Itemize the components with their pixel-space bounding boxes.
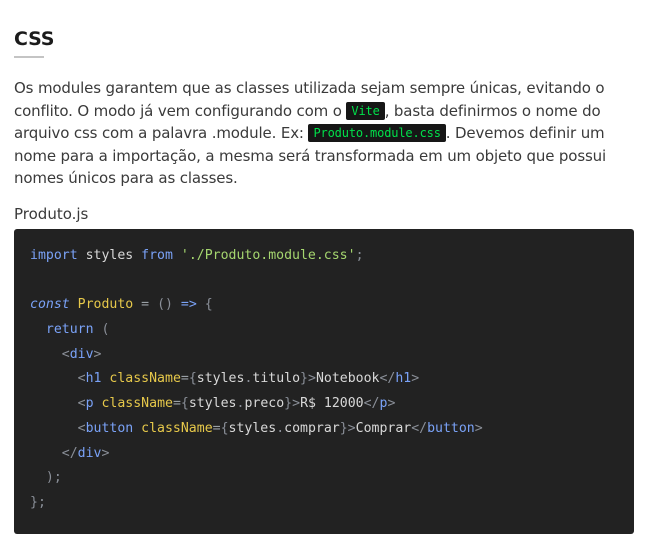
keyword-return: return	[45, 322, 94, 338]
code-line-1: import styles from './Produto.module.css…	[30, 244, 618, 269]
string-path: './Produto.module.css'	[180, 248, 356, 263]
tag-button: button	[85, 420, 134, 436]
angle-close: >	[307, 371, 316, 387]
angle-open: <	[77, 396, 86, 412]
angle-close: >	[387, 396, 396, 412]
code-line-4: return (	[30, 318, 618, 343]
code-filename: Produto.js	[14, 204, 89, 223]
attr-classname: className	[133, 420, 213, 436]
close-brace: };	[30, 494, 46, 510]
open-brace: {	[196, 297, 213, 313]
close-paren: );	[45, 470, 62, 486]
arrow: =>	[180, 297, 197, 313]
tag-h1-end: h1	[395, 371, 412, 387]
open-paren: (	[93, 322, 110, 338]
brace-close: }	[284, 396, 293, 412]
jsx-text-notebook: Notebook	[315, 371, 380, 387]
tag-div: div	[69, 346, 94, 362]
parens: ()	[149, 297, 181, 313]
keyword-from: from	[141, 248, 173, 263]
angle-open-close: </	[379, 371, 396, 387]
content: CSS Os modules garantem que as classes u…	[14, 0, 636, 534]
code-line-6: <h1 className={styles.titulo}>Notebook</…	[30, 367, 618, 392]
brace-open: {	[188, 371, 197, 387]
semicolon: ;	[355, 248, 364, 263]
angle-open-close: </	[61, 445, 78, 461]
dot: .	[276, 420, 285, 436]
operator-equals: =	[141, 297, 150, 313]
identifier-styles: styles	[196, 371, 245, 387]
angle-open: <	[61, 346, 70, 362]
jsx-text-comprar: Comprar	[355, 420, 412, 436]
identifier-styles: styles	[188, 396, 237, 412]
angle-close: >	[93, 346, 102, 362]
attr-classname: className	[101, 371, 181, 387]
angle-close: >	[101, 445, 110, 461]
brace-open: {	[180, 396, 189, 412]
operator-equals: =	[212, 420, 221, 436]
prop-titulo: titulo	[252, 371, 301, 387]
code-line-5: <div>	[30, 343, 618, 368]
keyword-const: const	[30, 297, 70, 313]
angle-open-close: </	[363, 396, 380, 412]
tag-div-end: div	[77, 445, 102, 461]
tag-button-end: button	[427, 420, 475, 436]
code-line-9: </div>	[30, 442, 618, 467]
angle-close: >	[347, 420, 356, 436]
brace-open: {	[220, 420, 229, 436]
inline-code-vite: Vite	[346, 101, 385, 120]
operator-equals: =	[180, 371, 189, 387]
identifier-styles: styles	[77, 248, 142, 263]
code-block[interactable]: import styles from './Produto.module.css…	[14, 229, 634, 534]
attr-classname: className	[93, 396, 173, 412]
angle-open: <	[77, 371, 86, 387]
code-line-10: );	[30, 466, 618, 491]
identifier-produto: Produto	[69, 297, 142, 313]
title-underline	[14, 56, 44, 58]
angle-open-close: </	[411, 420, 428, 436]
angle-close: >	[474, 420, 483, 436]
prop-comprar: comprar	[284, 420, 340, 436]
prop-preco: preco	[244, 396, 285, 412]
jsx-text-price: R$ 12000	[300, 396, 364, 412]
angle-open: <	[77, 420, 86, 436]
inline-code-filename: Produto.module.css	[308, 124, 446, 143]
angle-close: >	[292, 396, 301, 412]
code-line-11: };	[30, 491, 618, 516]
brace-close: }	[339, 420, 348, 436]
code-line-8: <button className={styles.comprar}>Compr…	[30, 417, 618, 442]
section-title: CSS	[14, 28, 55, 50]
identifier-styles: styles	[228, 420, 277, 436]
keyword-import: import	[30, 248, 78, 263]
description-paragraph: Os modules garantem que as classes utili…	[14, 77, 629, 190]
angle-close: >	[411, 371, 420, 387]
operator-equals: =	[172, 396, 181, 412]
code-line-3: const Produto = () => {	[30, 293, 618, 318]
code-line-7: <p className={styles.preco}>R$ 12000</p>	[30, 392, 618, 417]
tag-h1: h1	[85, 371, 102, 387]
tag-p: p	[85, 396, 94, 412]
brace-close: }	[300, 371, 308, 387]
